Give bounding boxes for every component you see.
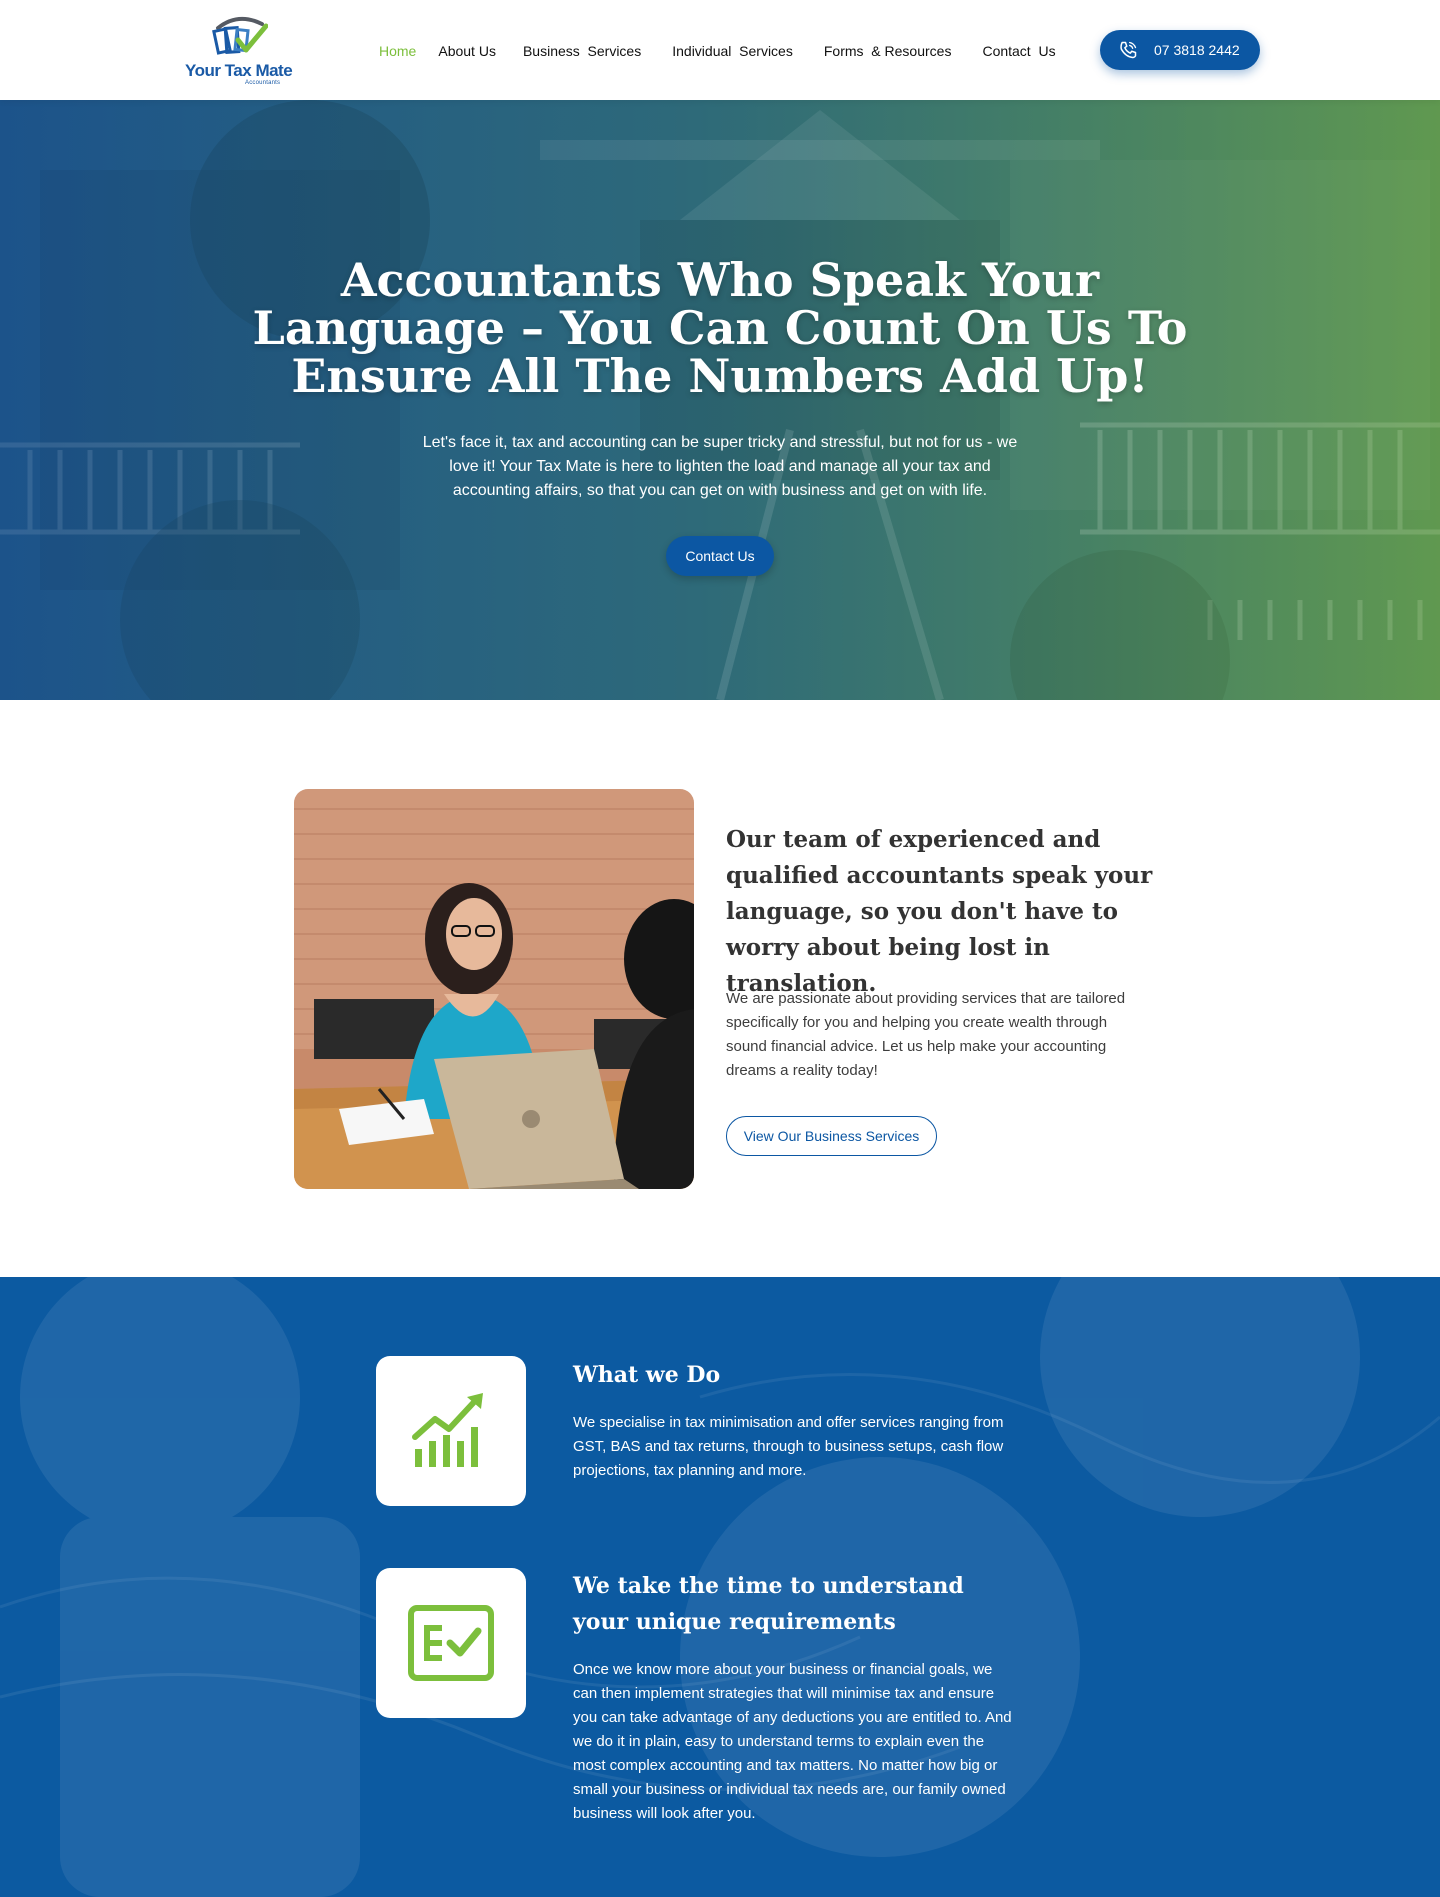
hero-description: Let's face it, tax and accounting can be… bbox=[422, 434, 1018, 499]
nav-forms-resources[interactable]: Forms & Resources bbox=[824, 43, 952, 59]
team-meeting-photo bbox=[294, 789, 694, 1189]
nav-home[interactable]: Home bbox=[379, 43, 416, 59]
feature-icon-box-what-we-do bbox=[376, 1356, 526, 1506]
nav-business-services[interactable]: Business Services bbox=[523, 43, 641, 59]
feature-icon-box-requirements bbox=[376, 1568, 526, 1718]
feature-text-what-we-do: We specialise in tax minimisation and of… bbox=[573, 1414, 1004, 1479]
feature-title-requirements: We take the time to understand your uniq… bbox=[573, 1573, 964, 1635]
features-section: What we Do We specialise in tax minimisa… bbox=[0, 1277, 1440, 1897]
growth-chart-icon bbox=[412, 1393, 483, 1467]
main-nav: Home About Us Business Services Individu… bbox=[379, 43, 1056, 59]
phone-button[interactable]: 07 3818 2442 bbox=[1100, 30, 1260, 70]
view-business-services-button[interactable]: View Our Business Services bbox=[726, 1116, 937, 1156]
brand-tagline: Accountants bbox=[245, 80, 281, 86]
intro-text: We are passionate about providing servic… bbox=[726, 990, 1126, 1079]
phone-icon bbox=[1120, 41, 1137, 59]
brand-logo[interactable]: Your Tax Mate Accountants bbox=[183, 12, 293, 88]
brand-name: Your Tax Mate bbox=[185, 61, 293, 80]
hero-title: Accountants Who Speak Your Language – Yo… bbox=[252, 253, 1188, 403]
feature-title-what-we-do: What we Do bbox=[573, 1362, 721, 1388]
phone-number: 07 3818 2442 bbox=[1154, 42, 1240, 58]
hero-section: Accountants Who Speak Your Language – Yo… bbox=[0, 100, 1440, 700]
nav-about-us[interactable]: About Us bbox=[438, 43, 496, 59]
hero-contact-button[interactable]: Contact Us bbox=[666, 536, 774, 576]
logo-mark-icon bbox=[212, 16, 268, 55]
nav-individual-services[interactable]: Individual Services bbox=[672, 43, 793, 59]
site-header: Your Tax Mate Accountants Home About Us … bbox=[0, 0, 1440, 100]
nav-contact-us[interactable]: Contact Us bbox=[982, 43, 1055, 59]
intro-heading: Our team of experienced and qualified ac… bbox=[726, 826, 1153, 997]
checklist-icon bbox=[408, 1605, 494, 1681]
feature-text-requirements: Once we know more about your business or… bbox=[573, 1661, 1012, 1822]
